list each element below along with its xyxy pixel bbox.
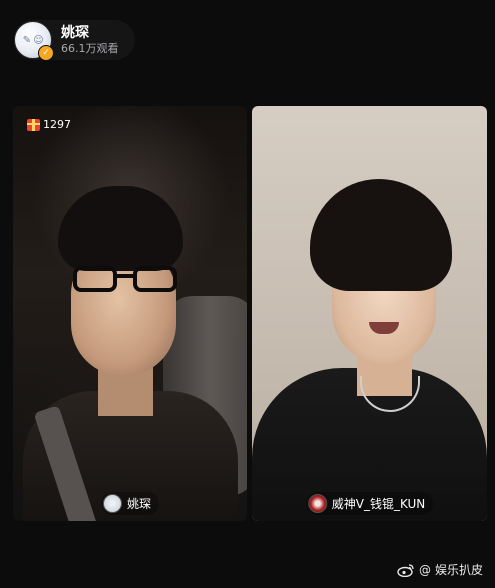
host-name: 姚琛	[61, 25, 89, 41]
gift-counter[interactable]: 1297	[27, 118, 71, 131]
streamer-hair	[310, 179, 452, 291]
streamer-name-left: 姚琛	[126, 497, 152, 511]
video-panel-right[interactable]: 威神V_钱锟_KUN	[252, 106, 487, 521]
streamer-avatar-icon	[102, 494, 122, 513]
live-stream-screen: ✎ ☺ ✓ 姚琛 66.1万观看 1297 姚琛 威神V_钱锟_KUN @ 娱乐…	[0, 0, 495, 588]
watermark: @ 娱乐扒皮	[397, 561, 483, 578]
host-info: 姚琛 66.1万观看	[61, 24, 119, 56]
gift-icon	[27, 118, 40, 131]
watermark-text: 娱乐扒皮	[434, 563, 483, 577]
view-count: 66.1万观看	[61, 42, 119, 55]
avatar-doodle-icon: ✎ ☺	[22, 34, 44, 46]
weibo-icon	[397, 563, 415, 577]
streamer-name-tag-left[interactable]: 姚琛	[100, 492, 160, 515]
streamer-avatar-icon	[307, 494, 327, 513]
watermark-prefix: @	[418, 562, 431, 577]
verified-badge-icon: ✓	[38, 45, 54, 61]
gift-count-value: 1297	[43, 118, 71, 131]
streamer-name-right: 威神V_钱锟_KUN	[331, 497, 426, 511]
host-avatar[interactable]: ✎ ☺ ✓	[14, 21, 54, 61]
glasses	[73, 266, 183, 294]
video-panel-left[interactable]: 1297 姚琛	[13, 106, 247, 521]
streamer-hair	[58, 186, 183, 271]
streamer-name-tag-right[interactable]: 威神V_钱锟_KUN	[305, 492, 434, 515]
host-profile-header[interactable]: ✎ ☺ ✓ 姚琛 66.1万观看	[14, 20, 135, 61]
